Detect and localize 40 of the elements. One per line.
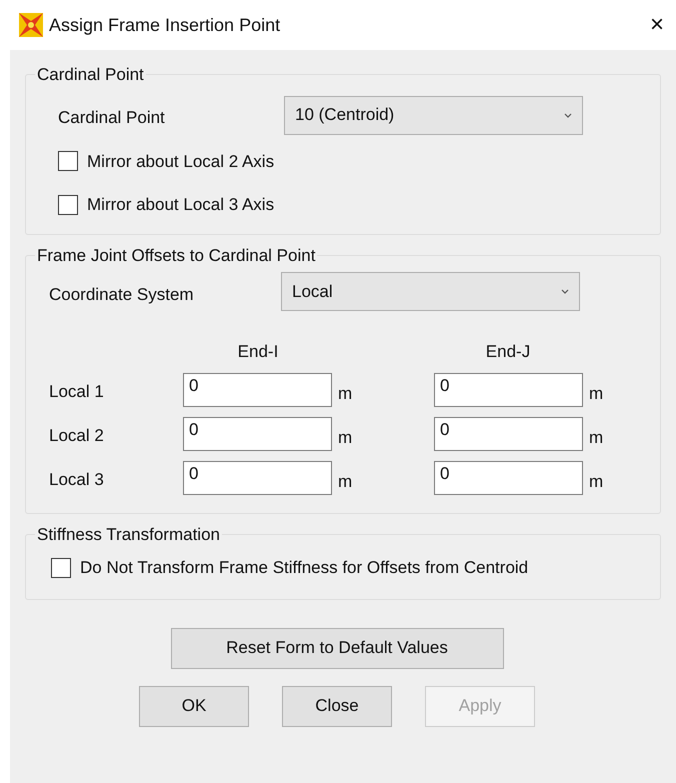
group-title: Stiffness Transformation [36, 524, 221, 546]
field-label: Coordinate System [49, 284, 195, 306]
window-title: Assign Frame Insertion Point [49, 14, 280, 37]
unit-label: m [338, 471, 354, 493]
dropdown-value: 10 (Centroid) [295, 104, 394, 126]
unit-label: m [338, 383, 354, 405]
row-label: Local 3 [49, 469, 105, 491]
chevron-down-icon [561, 289, 569, 294]
group-title: Cardinal Point [36, 64, 145, 86]
app-logo-icon [18, 12, 44, 38]
input-field[interactable]: 0 [434, 372, 583, 406]
group-title: Frame Joint Offsets to Cardinal Point [36, 244, 316, 266]
checkbox[interactable] [58, 151, 78, 172]
input-field[interactable]: 0 [434, 460, 583, 494]
checkbox-label: Mirror about Local 3 Axis [87, 194, 274, 216]
input-field[interactable]: 0 [183, 460, 332, 494]
dialog-button[interactable]: Close [282, 686, 392, 726]
unit-label: m [589, 383, 604, 405]
chevron-down-icon [564, 112, 572, 118]
dialog-button[interactable]: OK [139, 686, 249, 726]
reset-button[interactable]: Reset Form to Default Values [170, 628, 504, 668]
checkbox-label: Do Not Transform Frame Stiffness for Offsets from Centroid [80, 557, 528, 579]
row-label: Local 1 [49, 381, 105, 403]
input-field[interactable]: 0 [183, 416, 332, 450]
unit-label: m [338, 427, 354, 449]
checkbox-label: Mirror about Local 2 Axis [87, 150, 274, 172]
column-header: End-J [484, 341, 532, 363]
unit-label: m [589, 427, 604, 449]
close-button[interactable]: × [648, 13, 666, 37]
dropdown[interactable]: 10 (Centroid) [284, 96, 583, 134]
dropdown[interactable]: Local [281, 272, 580, 311]
checkbox[interactable] [58, 194, 78, 215]
row-label: Local 2 [49, 425, 105, 447]
input-field[interactable]: 0 [434, 416, 583, 450]
checkbox[interactable] [51, 558, 71, 578]
column-header: End-I [236, 341, 280, 363]
unit-label: m [589, 471, 604, 493]
dropdown-value: Local [292, 280, 333, 303]
input-field[interactable]: 0 [183, 372, 332, 406]
field-label: Cardinal Point [58, 107, 166, 130]
